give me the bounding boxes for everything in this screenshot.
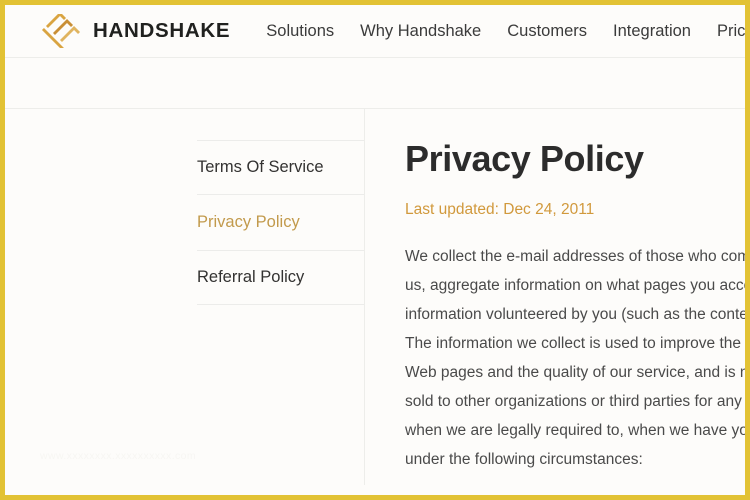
sidebar-item-label: Terms Of Service: [197, 158, 324, 176]
page-title: Privacy Policy: [405, 138, 644, 179]
site-header: HANDSHAKE Solutions Why Handshake Custom…: [5, 5, 745, 58]
brand-logo-link[interactable]: HANDSHAKE: [38, 11, 231, 51]
policy-sidebar: Terms Of Service Privacy Policy Referral…: [5, 109, 365, 485]
nav-item-integration[interactable]: Integration: [613, 22, 691, 41]
header-sub-band: [5, 58, 745, 109]
nav-item-customers[interactable]: Customers: [507, 22, 587, 41]
policy-main-content: Privacy Policy Last updated: Dec 24, 201…: [365, 109, 745, 485]
browser-page-frame: HANDSHAKE Solutions Why Handshake Custom…: [0, 0, 750, 500]
main-nav: Solutions Why Handshake Customers Integr…: [266, 22, 745, 41]
sidebar-item-referral-policy[interactable]: Referral Policy: [197, 250, 364, 305]
nav-item-pricing[interactable]: Pricing: [717, 22, 745, 41]
sidebar-item-privacy-policy[interactable]: Privacy Policy: [197, 195, 364, 250]
sidebar-item-terms-of-service[interactable]: Terms Of Service: [197, 140, 364, 195]
nav-item-why-handshake[interactable]: Why Handshake: [360, 22, 481, 41]
handshake-diamond-chevron-logo-icon: [38, 11, 84, 51]
sidebar-list: Terms Of Service Privacy Policy Referral…: [197, 109, 364, 305]
content-area: Terms Of Service Privacy Policy Referral…: [5, 109, 745, 485]
watermark-text: www.xxxxxxxx.xxxxxxxxxx.com: [40, 450, 197, 462]
sidebar-item-label: Referral Policy: [197, 268, 305, 286]
policy-paragraph: We collect the e-mail addresses of those…: [405, 247, 745, 468]
last-updated-label: Last updated: Dec 24, 2011: [405, 200, 595, 218]
brand-name: HANDSHAKE: [93, 19, 231, 42]
sidebar-item-label: Privacy Policy: [197, 213, 300, 231]
nav-item-solutions[interactable]: Solutions: [266, 22, 334, 41]
